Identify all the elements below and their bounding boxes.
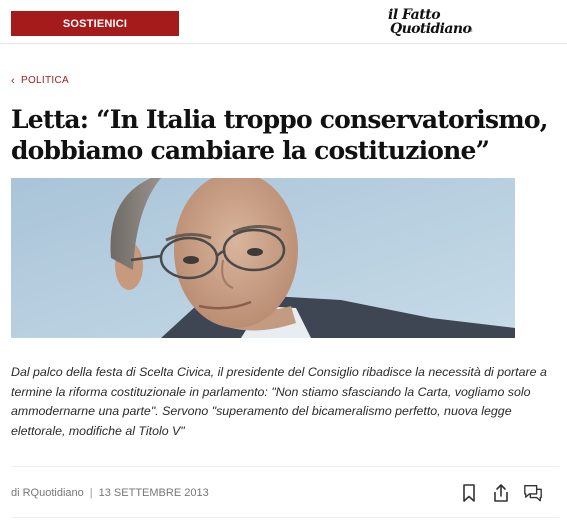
category-label: POLITICA [20,75,69,86]
article-photo [11,178,515,338]
publish-date: 13 SETTEMBRE 2013 [98,487,209,499]
support-button[interactable]: SOSTIENICI [11,11,179,36]
article-actions [459,482,543,504]
share-button[interactable] [491,482,511,504]
article-meta: di RQuotidiano | 13 SETTEMBRE 2013 [11,487,209,499]
category-link[interactable]: ‹ POLITICA [11,75,69,86]
comments-button[interactable] [523,482,543,504]
divider [11,466,559,467]
logo-mark: it [470,28,473,34]
chevron-left-icon: ‹ [11,74,15,87]
comments-icon [524,485,542,502]
article-title: Letta: “In Italia troppo conservatorismo… [11,105,548,165]
bookmark-button[interactable] [459,482,479,504]
meta-separator: | [89,487,93,499]
photo-illustration [11,178,515,338]
top-bar: SOSTIENICI il Fatto Quotidiano it [0,0,567,44]
bottom-divider [11,517,559,518]
site-logo[interactable]: il Fatto Quotidiano it [388,7,478,39]
author-link[interactable]: di RQuotidiano [11,487,84,499]
logo-line2: Quotidiano [390,21,472,37]
bookmark-icon [463,484,475,502]
article-summary: Dal palco della festa di Scelta Civica, … [11,365,547,438]
share-icon [494,484,508,502]
